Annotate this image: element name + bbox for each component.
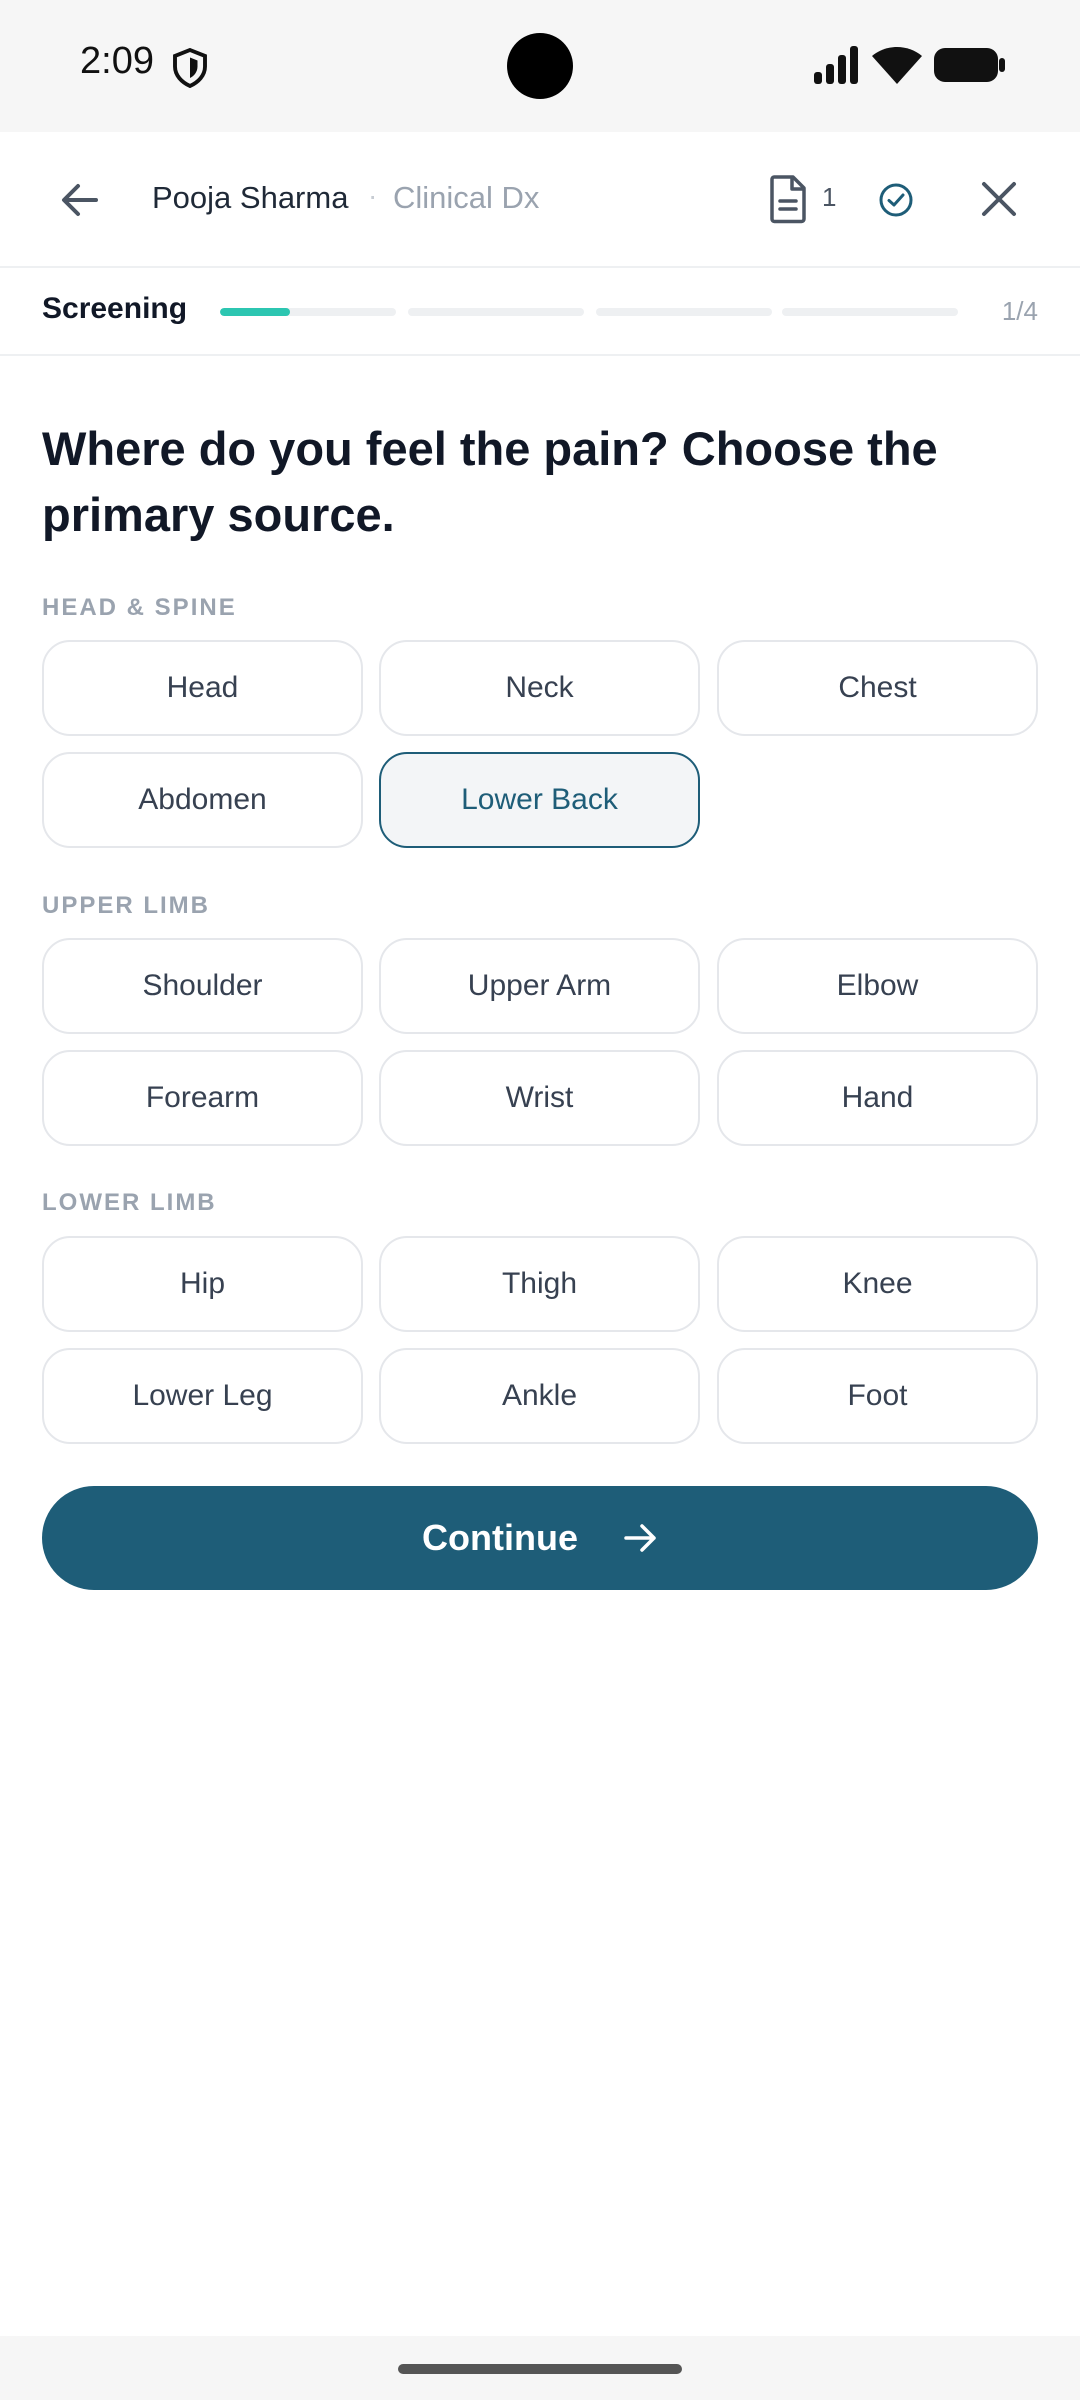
option-knee[interactable]: Knee [717, 1236, 1038, 1332]
status-time: 2:09 [80, 40, 154, 82]
continue-button[interactable]: Continue [42, 1486, 1038, 1590]
option-upper-arm[interactable]: Upper Arm [379, 938, 700, 1034]
home-indicator[interactable] [398, 2364, 682, 2374]
shield-icon [173, 48, 207, 88]
back-button[interactable] [50, 172, 110, 228]
check-circle-icon[interactable] [878, 182, 914, 218]
option-lower-back[interactable]: Lower Back [379, 752, 700, 848]
progress-segment-3 [596, 308, 772, 316]
app-header: Pooja Sharma · Clinical Dx 1 [0, 132, 1080, 268]
progress-count: 1/4 [1001, 296, 1038, 326]
option-shoulder[interactable]: Shoulder [42, 938, 363, 1034]
option-hand[interactable]: Hand [717, 1050, 1038, 1146]
progress-segment-4 [782, 308, 958, 316]
option-ankle[interactable]: Ankle [379, 1348, 700, 1444]
close-icon[interactable] [976, 176, 1022, 222]
option-abdomen[interactable]: Abdomen [42, 752, 363, 848]
progress-segment-2 [408, 308, 584, 316]
progress-segment-1 [220, 308, 396, 316]
progress-label: Screening [42, 292, 188, 325]
option-forearm[interactable]: Forearm [42, 1050, 363, 1146]
arrow-right-icon [624, 1524, 656, 1552]
wifi-icon [872, 47, 922, 84]
signal-icon [814, 46, 858, 84]
option-wrist[interactable]: Wrist [379, 1050, 700, 1146]
battery-icon [934, 48, 1005, 82]
section-label-upper-limb: UPPER LIMB [42, 892, 211, 919]
progress-bar-row: Screening 1/4 [0, 270, 1080, 356]
continue-label: Continue [422, 1517, 578, 1558]
question-title: Where do you feel the pain? Choose the p… [42, 422, 938, 541]
option-head[interactable]: Head [42, 640, 363, 736]
progress-segment-fill [220, 308, 291, 316]
option-elbow[interactable]: Elbow [717, 938, 1038, 1034]
section-label-lower-limb: LOWER LIMB [42, 1189, 217, 1216]
option-neck[interactable]: Neck [379, 640, 700, 736]
status-bar: 2:09 [0, 0, 1080, 132]
option-foot[interactable]: Foot [717, 1348, 1038, 1444]
option-chest[interactable]: Chest [717, 640, 1038, 736]
patient-name: Pooja Sharma [152, 180, 349, 215]
option-lower-leg[interactable]: Lower Leg [42, 1348, 363, 1444]
context-label: Clinical Dx [393, 180, 540, 215]
option-hip[interactable]: Hip [42, 1236, 363, 1332]
section-label-head-spine: HEAD & SPINE [42, 594, 237, 621]
header-separator: · [368, 180, 378, 211]
arrow-left-icon [62, 184, 98, 216]
document-icon[interactable] [768, 174, 808, 224]
option-thigh[interactable]: Thigh [379, 1236, 700, 1332]
camera-cutout [507, 33, 573, 99]
document-count: 1 [822, 182, 837, 212]
